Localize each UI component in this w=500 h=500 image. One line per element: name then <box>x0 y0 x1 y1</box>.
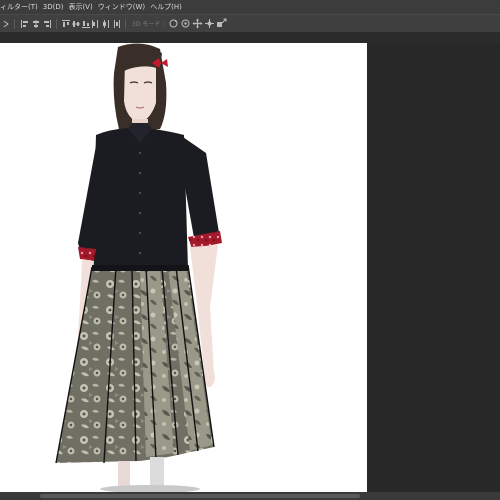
separator <box>56 18 57 29</box>
distribute-center-icon[interactable] <box>101 19 111 29</box>
distribute-bottom-icon[interactable] <box>81 19 91 29</box>
distribute-middle-icon[interactable] <box>71 19 81 29</box>
distribute-top-icon[interactable] <box>61 19 71 29</box>
align-left-icon[interactable] <box>19 19 30 29</box>
fashion-illustration <box>55 43 222 492</box>
menu-item-view[interactable]: 表示(V) <box>68 2 97 12</box>
scrollbar-thumb[interactable] <box>40 494 360 498</box>
3d-pan-icon[interactable] <box>191 18 203 29</box>
pasteboard <box>367 43 500 492</box>
left-cuff <box>78 247 96 261</box>
horizontal-scrollbar[interactable] <box>0 492 500 500</box>
document-tab-strip <box>0 32 500 43</box>
menu-item-window[interactable]: ウィンドウ(W) <box>98 2 150 12</box>
3d-roll-icon[interactable] <box>179 19 191 29</box>
arrow-icon[interactable] <box>2 19 10 29</box>
3d-rotate-icon[interactable] <box>167 19 179 29</box>
separator <box>125 18 126 29</box>
3d-slide-icon[interactable] <box>203 19 215 29</box>
menu-bar: ィルター(T) 3D(D) 表示(V) ウィンドウ(W) ヘルプ(H) <box>0 0 500 14</box>
options-bar: 3D モード : <box>0 14 500 33</box>
distribute-right-icon[interactable] <box>111 19 121 29</box>
align-center-icon[interactable] <box>30 19 41 29</box>
blouse <box>92 128 188 271</box>
separator <box>14 18 15 29</box>
distribute-left-icon[interactable] <box>91 19 101 29</box>
menu-item-filter[interactable]: ィルター(T) <box>0 2 43 12</box>
align-right-icon[interactable] <box>41 19 52 29</box>
3d-scale-icon[interactable] <box>215 18 227 29</box>
menu-item-3d[interactable]: 3D(D) <box>43 3 69 11</box>
3d-mode-label: 3D モード : <box>132 21 165 28</box>
menu-item-help[interactable]: ヘルプ(H) <box>150 2 187 12</box>
canvas[interactable] <box>0 43 367 492</box>
